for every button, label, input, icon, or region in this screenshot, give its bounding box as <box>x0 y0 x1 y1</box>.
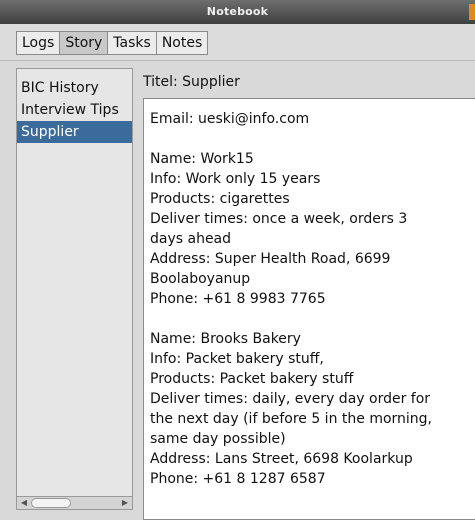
story-text-line <box>150 309 475 329</box>
story-text-line: Email: ueski@info.com <box>150 111 310 127</box>
story-text-line: the next day (if before 5 in the morning… <box>150 411 433 427</box>
story-text-line: Phone: +61 8 1287 6587 <box>150 471 326 487</box>
tab-notes[interactable]: Notes <box>156 31 209 55</box>
story-list-horizontal-scrollbar[interactable]: ◀ ▶ <box>16 496 133 510</box>
story-text-line: Address: Lans Street, 6698 Koolarkup <box>150 451 413 467</box>
scroll-left-arrow-icon[interactable]: ◀ <box>17 497 31 509</box>
story-item-interview-tips[interactable]: Interview Tips <box>17 99 132 121</box>
story-text-line: Products: cigarettes <box>150 191 290 207</box>
story-text-line: Info: Work only 15 years <box>150 171 321 187</box>
story-text-line: Info: Packet bakery stuff, <box>150 351 324 367</box>
separator <box>0 60 475 61</box>
story-item-bic-history[interactable]: BIC History <box>17 77 132 99</box>
story-text-line: Phone: +61 8 9983 7765 <box>150 291 326 307</box>
tabs: Logs Story Tasks Notes <box>16 31 209 55</box>
detail-title: Titel: Supplier <box>143 74 240 90</box>
story-text-area[interactable]: Email: ueski@info.com Name: Work15 Info: W… <box>143 98 475 520</box>
scroll-thumb[interactable] <box>31 498 71 508</box>
story-text-lines: Email: ueski@info.com Name: Work15 Info: W… <box>150 109 475 489</box>
story-text-line: Address: Super Health Road, 6699 <box>150 251 391 267</box>
story-text-line: Name: Brooks Bakery <box>150 331 301 347</box>
story-text-line: Products: Packet bakery stuff <box>150 371 354 387</box>
tab-bar: Logs Story Tasks Notes <box>0 24 475 60</box>
tab-tasks[interactable]: Tasks <box>108 31 157 55</box>
story-text-line: days ahead <box>150 231 232 247</box>
story-text-line: Deliver times: daily, every day order fo… <box>150 391 431 407</box>
window-titlebar: Notebook <box>0 0 475 25</box>
window-title: Notebook <box>206 5 269 18</box>
story-list: BIC History Interview Tips Supplier <box>16 68 133 509</box>
tab-story[interactable]: Story <box>60 31 109 55</box>
story-item-supplier[interactable]: Supplier <box>17 121 132 143</box>
story-text-line: Name: Work15 <box>150 151 254 167</box>
window-corner-accent <box>469 4 475 20</box>
scroll-right-arrow-icon[interactable]: ▶ <box>118 497 132 509</box>
tab-logs[interactable]: Logs <box>16 31 61 55</box>
story-text-line: same day possible) <box>150 431 286 447</box>
story-text-line <box>150 129 475 149</box>
story-text-line: Boolaboyanup <box>150 271 251 287</box>
story-detail: Titel: Supplier Email: ueski@info.com Nam… <box>139 68 475 520</box>
story-text-line: Deliver times: once a week, orders 3 <box>150 211 408 227</box>
